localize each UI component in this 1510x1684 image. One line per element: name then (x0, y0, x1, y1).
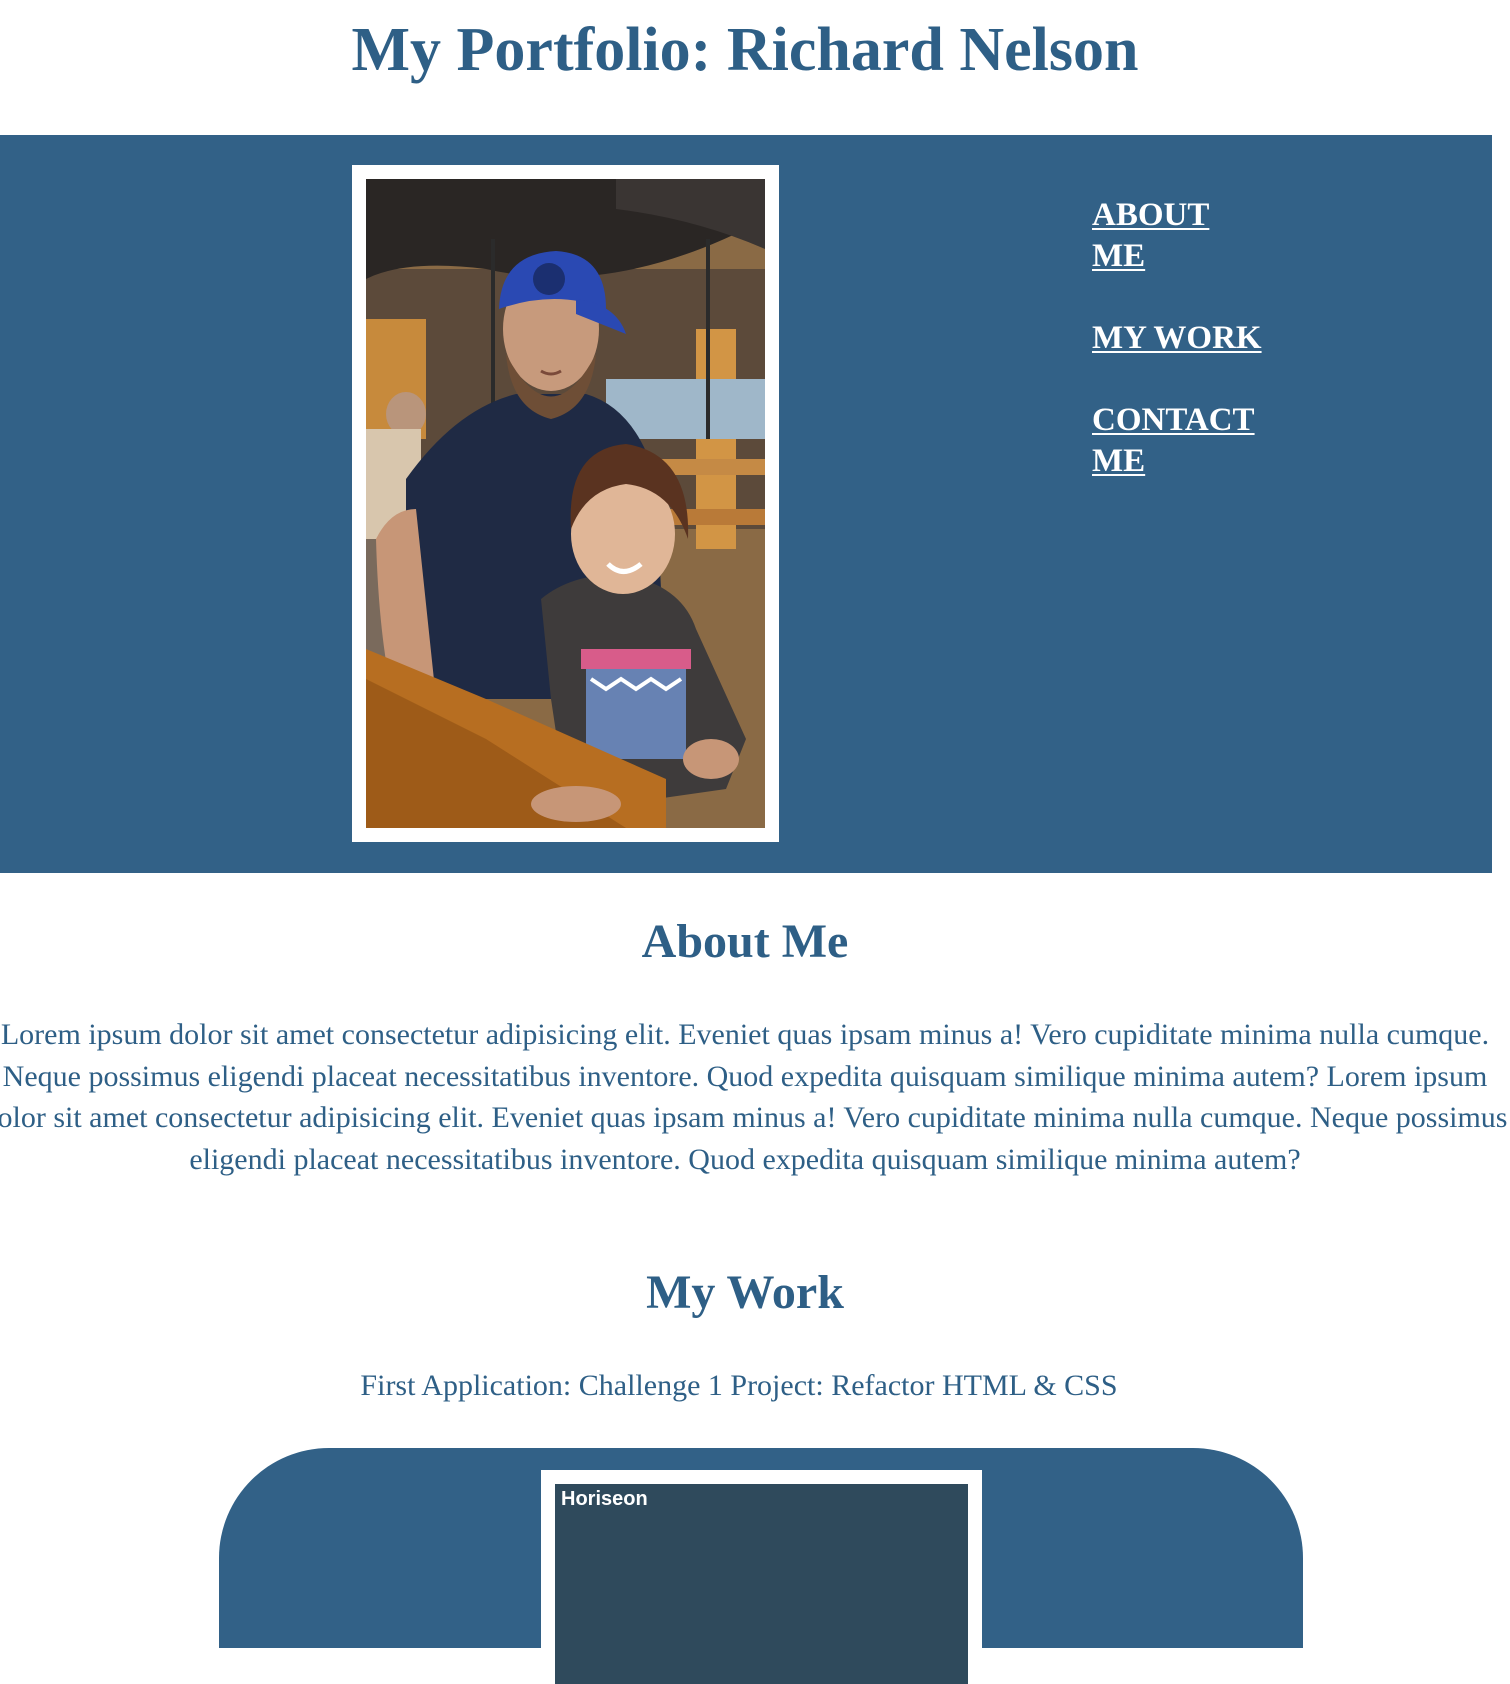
page-title: My Portfolio: Richard Nelson (351, 16, 1139, 84)
profile-photo (366, 179, 765, 828)
project-screenshot[interactable]: Horiseon (555, 1484, 968, 1684)
project-screenshot-brand: Horiseon (561, 1488, 648, 1510)
project-card[interactable]: Horiseon (219, 1448, 1303, 1684)
project-screenshot-frame: Horiseon (541, 1470, 982, 1684)
hero-banner: ABOUT ME MY WORK CONTACT ME (0, 135, 1492, 873)
main-nav: ABOUT ME MY WORK CONTACT ME (1092, 195, 1292, 523)
profile-photo-illustration (366, 179, 765, 828)
profile-photo-frame (352, 165, 779, 842)
work-item-title[interactable]: First Application: Challenge 1 Project: … (0, 1366, 1478, 1406)
nav-link-contact-me[interactable]: CONTACT ME (1092, 400, 1262, 482)
about-me-text: Lorem ipsum dolor sit amet consectetur a… (0, 1018, 1508, 1176)
about-me-heading: About Me (641, 915, 849, 968)
nav-link-about-me[interactable]: ABOUT ME (1092, 195, 1262, 277)
nav-link-my-work[interactable]: MY WORK (1092, 318, 1262, 359)
my-work-heading: My Work (646, 1266, 844, 1319)
